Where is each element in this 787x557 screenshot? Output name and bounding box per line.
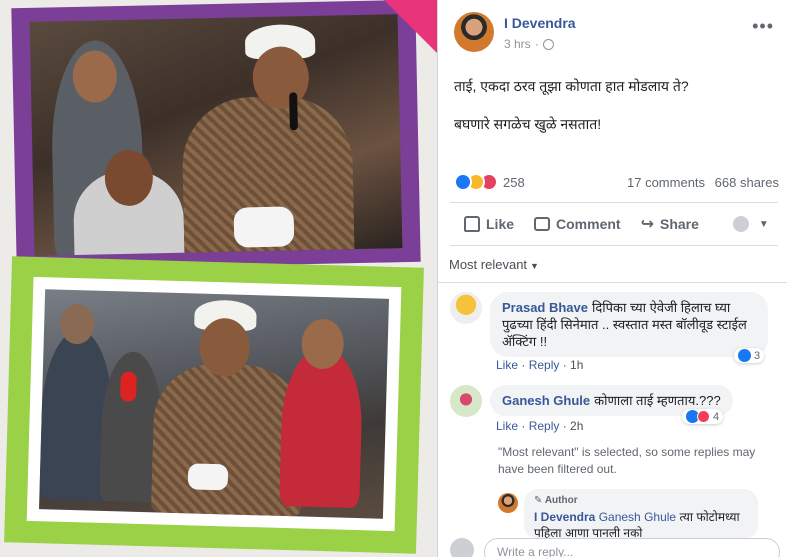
comment-actions: Like · Reply · 2h [496, 419, 584, 433]
reply-input[interactable]: Write a reply... [484, 538, 780, 557]
share-label: Share [659, 216, 699, 232]
post-meta: 3 hrs · [504, 37, 554, 51]
chevron-down-icon: ▼ [758, 218, 769, 230]
comment-button[interactable]: Comment [524, 216, 631, 232]
post-time[interactable]: 3 hrs [504, 37, 531, 51]
top-photo-frame [11, 0, 421, 271]
author-badge-label: Author [544, 495, 578, 506]
pen-icon: ✎ [534, 495, 543, 506]
share-button[interactable]: ↪ Share [631, 214, 709, 234]
reply-composer: Write a reply... [450, 538, 780, 557]
comment-icon [534, 217, 551, 231]
more-icon[interactable]: ••• [752, 16, 774, 37]
comment-sort-dropdown[interactable]: Most relevant ▼ [449, 257, 539, 272]
commenter-avatar[interactable] [450, 385, 482, 417]
composer-avatar [450, 538, 474, 557]
reply-author-name[interactable]: I Devendra [534, 510, 595, 524]
engagement-counts: 17 comments 668 shares [627, 175, 779, 190]
comment-actions: Like · Reply · 1h [496, 358, 584, 372]
author-avatar[interactable] [454, 12, 494, 52]
post-image[interactable] [0, 0, 438, 557]
comment-bubble: Prasad Bhave दिपिका च्या ऐवेजी हिलाच घ्या… [490, 292, 768, 357]
reply-mention[interactable]: Ganesh Ghule [599, 510, 676, 524]
author-badge: ✎ Author [534, 493, 748, 509]
globe-icon [542, 38, 554, 50]
comment-like-link[interactable]: Like [496, 358, 518, 372]
author-name[interactable]: I Devendra [504, 15, 576, 31]
comment-reply-link[interactable]: Reply [529, 419, 560, 433]
post-text: ताई, एकदा ठरव तूझा कोणता हात मोडलाय ते? … [454, 76, 774, 152]
sort-label: Most relevant [449, 257, 528, 272]
comment-reply-link[interactable]: Reply [529, 358, 560, 372]
thumbs-up-icon [464, 216, 480, 232]
comment-time[interactable]: 1h [570, 358, 583, 372]
comment-like-link[interactable]: Like [496, 419, 518, 433]
shares-count[interactable]: 668 shares [715, 175, 779, 190]
post-text-line: ताई, एकदा ठरव तूझा कोणता हात मोडलाय ते? [454, 78, 689, 94]
like-button[interactable]: Like [450, 216, 524, 232]
reaction-count: 258 [503, 174, 525, 190]
user-avatar-icon [732, 216, 749, 232]
bottom-photo [39, 289, 390, 519]
comment-time[interactable]: 2h [570, 419, 583, 433]
like-reaction-icon [454, 173, 472, 191]
share-icon: ↪ [640, 216, 654, 233]
like-reaction-icon [738, 349, 751, 362]
bottom-photo-frame [4, 256, 424, 554]
comment-text: कोणाला ताई म्हणताय.??? [594, 393, 721, 408]
comments-count[interactable]: 17 comments [627, 175, 705, 190]
reactions-summary[interactable]: 258 [454, 172, 525, 192]
post-action-bar: Like Comment ↪ Share ▼ [450, 202, 778, 246]
commenter-avatar[interactable] [450, 292, 482, 324]
comment-reaction-count: 3 [754, 349, 761, 362]
love-reaction-icon [697, 410, 710, 423]
post-text-line: बघणारे सगळेच खुळे नसतात! [454, 116, 602, 132]
commenter-name[interactable]: Prasad Bhave [502, 300, 588, 315]
chevron-down-icon: ▼ [530, 261, 539, 271]
comment-reactions[interactable]: 3 [734, 348, 765, 363]
commenter-name[interactable]: Ganesh Ghule [502, 393, 590, 408]
top-photo [29, 14, 403, 256]
post-header: I Devendra 3 hrs · ••• [454, 12, 774, 56]
reply-bubble: ✎ Author I Devendra Ganesh Ghule त्या फो… [524, 489, 758, 539]
divider [438, 282, 787, 283]
comment-reaction-count: 4 [713, 410, 720, 423]
reply-author-avatar[interactable] [498, 493, 518, 513]
like-label: Like [486, 216, 515, 232]
facebook-post-panel: I Devendra 3 hrs · ••• ताई, एकदा ठरव तूझ… [438, 0, 787, 557]
comment-label: Comment [556, 216, 621, 232]
audience-selector[interactable]: ▼ [709, 216, 779, 232]
comment-reactions[interactable]: 4 [682, 409, 724, 424]
filter-notice: "Most relevant" is selected, so some rep… [498, 445, 756, 476]
